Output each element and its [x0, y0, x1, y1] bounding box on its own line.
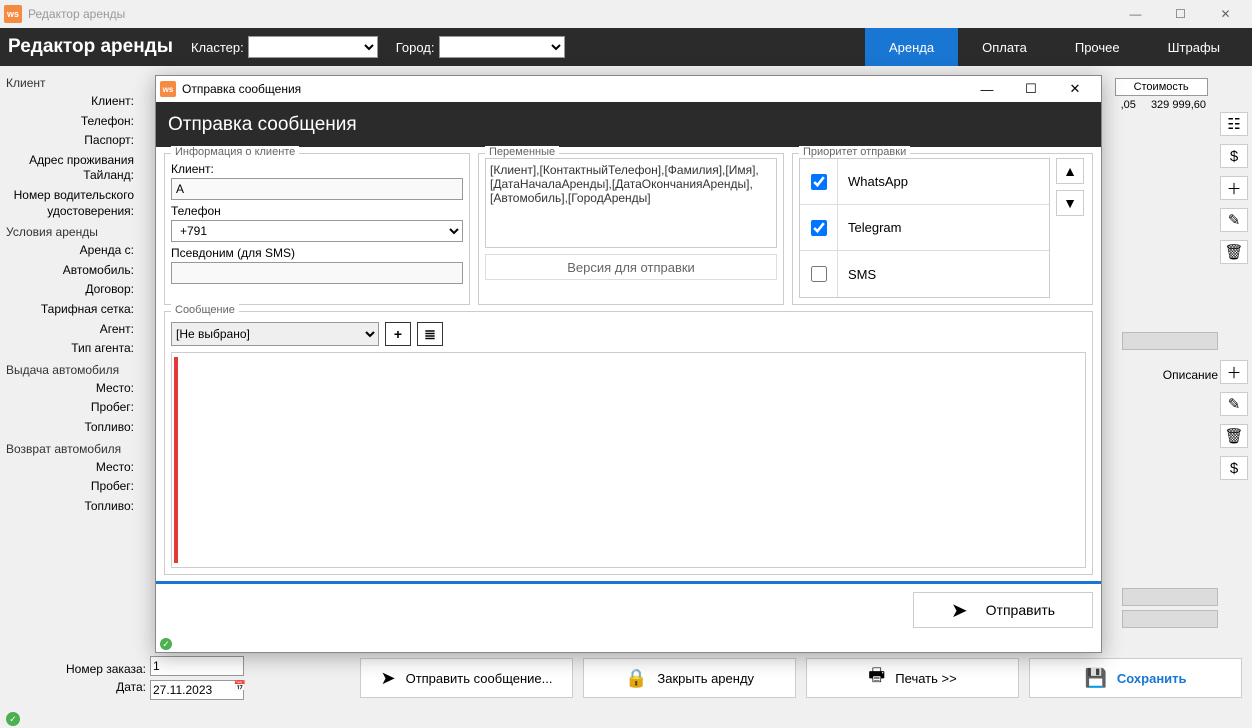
- date-label: Дата:: [10, 678, 150, 696]
- group-client: Клиент: [6, 76, 136, 90]
- cluster-select[interactable]: [248, 36, 378, 58]
- label-license: Номер водительского удостоверения:: [4, 186, 136, 221]
- print-button[interactable]: 🖶 Печать >>: [806, 658, 1019, 698]
- tab-other[interactable]: Прочее: [1051, 28, 1144, 66]
- label-rentfrom: Аренда с:: [4, 241, 136, 261]
- phone-label: Телефон: [171, 204, 463, 218]
- label-contract: Договор:: [4, 280, 136, 300]
- label-place-out: Место:: [4, 379, 136, 399]
- cost-val1: ,05: [1115, 98, 1142, 112]
- alias-label: Псевдоним (для SMS): [171, 246, 463, 260]
- tab-payment[interactable]: Оплата: [958, 28, 1051, 66]
- alias-field[interactable]: [171, 262, 463, 284]
- priority-up-icon[interactable]: ▲: [1056, 158, 1084, 184]
- app-icon: ws: [4, 5, 22, 23]
- client-field[interactable]: [171, 178, 463, 200]
- send-icon: ➤: [380, 668, 395, 689]
- label-mileage-out: Пробег:: [4, 398, 136, 418]
- calendar-icon[interactable]: 📅: [234, 681, 246, 692]
- version-button[interactable]: Версия для отправки: [485, 254, 777, 280]
- edit-icon[interactable]: ✎: [1220, 208, 1248, 232]
- label-address: Адрес проживания Тайланд:: [4, 151, 136, 186]
- modal-app-icon: ws: [160, 81, 176, 97]
- add-template-icon[interactable]: +: [385, 322, 411, 346]
- label-car: Автомобиль:: [4, 261, 136, 281]
- order-label: Номер заказа:: [10, 660, 150, 678]
- maximize-button[interactable]: ☐: [1158, 0, 1203, 28]
- order-input[interactable]: [150, 656, 244, 676]
- status-ok-icon: ✓: [6, 712, 20, 726]
- modal-status-ok-icon: ✓: [160, 638, 172, 650]
- prio-check-whatsapp[interactable]: [811, 174, 827, 190]
- app-title: Редактор аренды: [8, 36, 173, 58]
- bg-field: [1122, 588, 1218, 606]
- tab-rent[interactable]: Аренда: [865, 28, 958, 66]
- send-message-button[interactable]: ➤ Отправить сообщение...: [360, 658, 573, 698]
- priority-down-icon[interactable]: ▼: [1056, 190, 1084, 216]
- bg-field: [1122, 610, 1218, 628]
- vars-group-title: Переменные: [485, 146, 559, 158]
- date-input[interactable]: [150, 680, 244, 700]
- bg-field: [1122, 332, 1218, 350]
- delete-icon-2[interactable]: 🗑: [1220, 424, 1248, 448]
- label-passport: Паспорт:: [4, 131, 136, 151]
- client-group-title: Информация о клиенте: [171, 146, 299, 158]
- label-tariff: Тарифная сетка:: [4, 300, 136, 320]
- modal-title: Отправка сообщения: [182, 82, 301, 96]
- prio-check-telegram[interactable]: [811, 220, 827, 236]
- tab-fines[interactable]: Штрафы: [1144, 28, 1244, 66]
- plus-icon[interactable]: ＋: [1220, 176, 1248, 200]
- cluster-label: Кластер:: [191, 40, 244, 55]
- close-button[interactable]: ✕: [1203, 0, 1248, 28]
- label-client: Клиент:: [4, 92, 136, 112]
- label-fuel-in: Топливо:: [4, 497, 136, 517]
- cost-header: Стоимость: [1115, 78, 1208, 96]
- city-select[interactable]: [439, 36, 565, 58]
- label-fuel-out: Топливо:: [4, 418, 136, 438]
- label-agenttype: Тип агента:: [4, 339, 136, 359]
- edit-icon-2[interactable]: ✎: [1220, 392, 1248, 416]
- group-return: Возврат автомобиля: [6, 442, 136, 456]
- label-place-in: Место:: [4, 458, 136, 478]
- modal-minimize[interactable]: —: [965, 76, 1009, 102]
- phone-select[interactable]: +791: [171, 220, 463, 242]
- dollar-icon[interactable]: $: [1220, 144, 1248, 168]
- modal-maximize[interactable]: ☐: [1009, 76, 1053, 102]
- columns-icon[interactable]: ☷: [1220, 112, 1248, 136]
- send-icon: ➤: [951, 598, 968, 623]
- message-textarea[interactable]: [171, 352, 1086, 568]
- close-rent-button[interactable]: 🔒 Закрыть аренду: [583, 658, 796, 698]
- prio-row-telegram[interactable]: Telegram: [800, 205, 1049, 251]
- required-indicator: [174, 357, 178, 563]
- group-pickup: Выдача автомобиля: [6, 363, 136, 377]
- save-button[interactable]: 💾 Сохранить: [1029, 658, 1242, 698]
- print-icon: 🖶: [868, 663, 885, 693]
- modal-header: Отправка сообщения: [168, 114, 357, 136]
- window-title: Редактор аренды: [28, 7, 125, 21]
- group-conditions: Условия аренды: [6, 225, 136, 239]
- prio-check-sms[interactable]: [811, 266, 827, 282]
- dollar-icon-2[interactable]: $: [1220, 456, 1248, 480]
- delete-icon[interactable]: 🗑: [1220, 240, 1248, 264]
- desc-label: Описание: [1163, 368, 1218, 382]
- minimize-button[interactable]: —: [1113, 0, 1158, 28]
- vars-text: [Клиент],[КонтактныйТелефон],[Фамилия],[…: [485, 158, 777, 248]
- client-label: Клиент:: [171, 162, 463, 176]
- list-template-icon[interactable]: ≣: [417, 322, 443, 346]
- send-button[interactable]: ➤ Отправить: [913, 592, 1093, 628]
- prio-group-title: Приоритет отправки: [799, 146, 910, 158]
- prio-row-whatsapp[interactable]: WhatsApp: [800, 159, 1049, 205]
- plus-icon-2[interactable]: ＋: [1220, 360, 1248, 384]
- cost-val2: 329 999,60: [1145, 98, 1212, 112]
- label-mileage-in: Пробег:: [4, 477, 136, 497]
- lock-icon: 🔒: [625, 668, 647, 689]
- label-phone: Телефон:: [4, 112, 136, 132]
- modal-close[interactable]: ✕: [1053, 76, 1097, 102]
- prio-row-sms[interactable]: SMS: [800, 251, 1049, 297]
- msg-group-title: Сообщение: [171, 304, 239, 316]
- city-label: Город:: [396, 40, 435, 55]
- save-icon: 💾: [1084, 668, 1106, 689]
- template-select[interactable]: [Не выбрано]: [171, 322, 379, 346]
- label-agent: Агент:: [4, 320, 136, 340]
